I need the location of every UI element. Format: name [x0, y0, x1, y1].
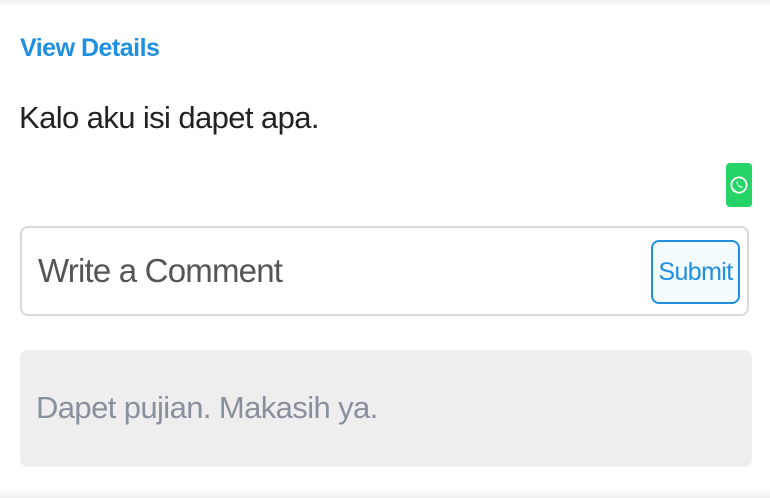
comment-form: Submit [20, 226, 749, 316]
question-text: Kalo aku isi dapet apa. [19, 100, 319, 135]
answer-text: Dapet pujian. Makasih ya. [36, 390, 378, 425]
whatsapp-icon [730, 176, 748, 194]
top-divider-shadow [0, 0, 770, 6]
answer-box: Dapet pujian. Makasih ya. [20, 350, 752, 467]
view-details-link[interactable]: View Details [20, 34, 160, 63]
bottom-divider-shadow [0, 490, 770, 498]
submit-button[interactable]: Submit [651, 240, 740, 304]
whatsapp-share-button[interactable] [726, 163, 752, 207]
share-row [726, 163, 752, 207]
comment-input[interactable] [38, 246, 638, 296]
